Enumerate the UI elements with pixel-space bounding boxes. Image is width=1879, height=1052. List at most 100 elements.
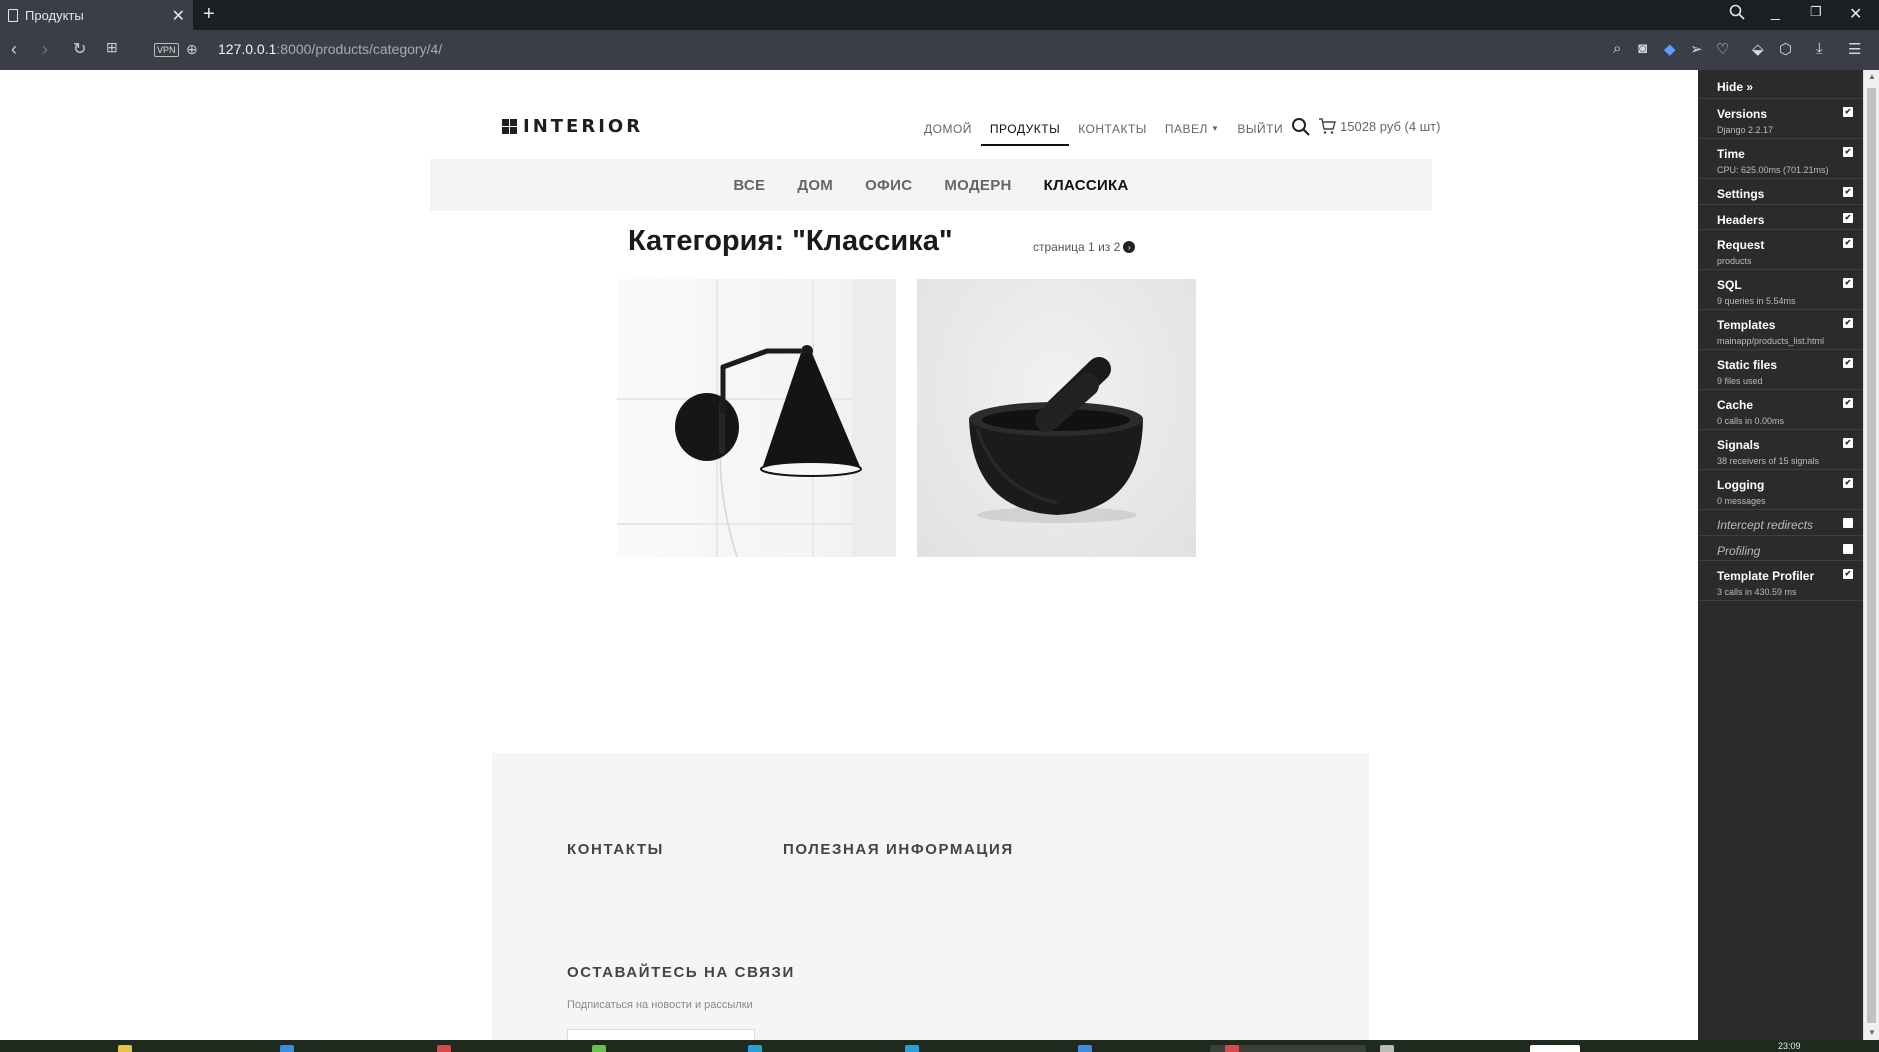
checkbox-checked-icon[interactable]: ✔	[1843, 278, 1853, 288]
scroll-up-icon[interactable]: ▲	[1868, 72, 1876, 81]
checkbox-checked-icon[interactable]: ✔	[1843, 147, 1853, 157]
checkbox-unchecked-icon[interactable]	[1843, 543, 1853, 554]
nav-products[interactable]: ПРОДУКТЫ	[980, 122, 1070, 146]
category-bar: ВСЕ ДОМ ОФИС МОДЕРН КЛАССИКА	[430, 159, 1432, 211]
nav-user-menu[interactable]: ПАВЕЛ ▼	[1156, 122, 1228, 146]
category-home[interactable]: ДОМ	[797, 177, 833, 194]
debug-panel-item[interactable]: SQL 9 queries in 5.54ms ✔	[1698, 270, 1863, 310]
taskbar-app-icon[interactable]	[1380, 1045, 1394, 1052]
debug-panel-item[interactable]: Signals 38 receivers of 15 signals ✔	[1698, 430, 1863, 470]
checkbox-unchecked-icon[interactable]	[1843, 518, 1853, 528]
new-tab-icon[interactable]: +	[203, 3, 215, 26]
nav-home[interactable]: ДОМОЙ	[915, 122, 981, 146]
pagination: страница 1 из 2 ›	[1033, 240, 1136, 254]
debug-panel-title: Settings	[1717, 187, 1765, 201]
debug-panel-item[interactable]: Logging 0 messages ✔	[1698, 470, 1863, 510]
close-tab-icon[interactable]: ✕	[172, 6, 185, 26]
checkbox-checked-icon[interactable]: ✔	[1843, 212, 1853, 223]
scroll-down-icon[interactable]: ▼	[1868, 1028, 1876, 1037]
debug-panel-item[interactable]: Profiling	[1698, 536, 1863, 561]
url-field[interactable]: 127.0.0.1:8000/products/category/4/	[218, 41, 442, 57]
debug-panel-item[interactable]: Headers ✔	[1698, 205, 1863, 230]
back-icon[interactable]: ‹	[11, 39, 17, 60]
adblock-shield-icon[interactable]: ◆	[1664, 40, 1676, 58]
reload-icon[interactable]: ↻	[73, 39, 86, 59]
taskbar-app-icon[interactable]	[905, 1045, 919, 1052]
footer-stay-heading: ОСТАВАЙТЕСЬ НА СВЯЗИ	[567, 964, 795, 981]
taskbar-app-icon[interactable]	[437, 1045, 451, 1052]
page-scrollbar[interactable]: ▲ ▼	[1863, 70, 1879, 1040]
wallet-icon[interactable]: ⬙	[1752, 40, 1764, 58]
page-title: Категория: "Классика"	[628, 225, 953, 257]
debug-panel-subtitle: 0 messages	[1717, 496, 1766, 506]
site-logo[interactable]: INTERIOR	[502, 116, 643, 137]
checkbox-checked-icon[interactable]: ✔	[1843, 238, 1853, 248]
debug-panel-item[interactable]: Versions Django 2.2.17 ✔	[1698, 99, 1863, 139]
os-taskbar: 23:09	[0, 1040, 1879, 1052]
subscribe-email-input[interactable]	[567, 1029, 755, 1040]
checkbox-checked-icon[interactable]: ✔	[1843, 398, 1853, 408]
checkbox-checked-icon[interactable]: ✔	[1843, 318, 1853, 328]
debug-panel-subtitle: 9 files used	[1717, 376, 1763, 386]
taskbar-app-icon[interactable]	[1530, 1045, 1580, 1052]
search-page-icon[interactable]: ⌕	[1613, 40, 1621, 57]
taskbar-browser-icon[interactable]	[1225, 1045, 1239, 1052]
debug-toolbar-hide[interactable]: Hide »	[1698, 70, 1863, 99]
footer-info-heading: ПОЛЕЗНАЯ ИНФОРМАЦИЯ	[783, 841, 1014, 858]
checkbox-checked-icon[interactable]: ✔	[1843, 358, 1853, 368]
browser-tabbar: Продукты ✕ + _ ❐ ✕	[0, 0, 1879, 30]
restore-icon[interactable]: ❐	[1810, 4, 1822, 20]
speed-dial-icon[interactable]: ⊞	[106, 39, 118, 56]
category-all[interactable]: ВСЕ	[733, 177, 765, 194]
checkbox-checked-icon[interactable]: ✔	[1843, 438, 1853, 448]
taskbar-app-icon[interactable]	[1078, 1045, 1092, 1052]
taskbar-clock: 23:09	[1778, 1041, 1801, 1051]
product-card-wall-lamp[interactable]	[617, 279, 896, 557]
debug-panel-item[interactable]: Template Profiler 3 calls in 430.59 ms ✔	[1698, 561, 1863, 601]
globe-icon[interactable]: ⊕	[186, 41, 198, 58]
snapshot-icon[interactable]: ◙	[1638, 40, 1647, 57]
debug-panel-item[interactable]: Settings ✔	[1698, 179, 1863, 205]
search-icon[interactable]	[1291, 117, 1311, 137]
menu-icon[interactable]: ☰	[1848, 40, 1861, 58]
browser-tab[interactable]: Продукты ✕	[0, 0, 193, 30]
category-classic[interactable]: КЛАССИКА	[1044, 177, 1129, 194]
download-icon[interactable]: ⤓	[1816, 40, 1823, 57]
cube-icon[interactable]: ⬡	[1779, 40, 1792, 58]
debug-panel-item[interactable]: Cache 0 calls in 0.00ms ✔	[1698, 390, 1863, 430]
vpn-badge[interactable]: VPN	[154, 43, 179, 57]
checkbox-checked-icon[interactable]: ✔	[1843, 107, 1853, 117]
cart-icon[interactable]	[1318, 117, 1336, 135]
debug-panel-title: Headers	[1717, 212, 1765, 227]
heart-icon[interactable]: ♡	[1716, 40, 1729, 58]
debug-panel-item[interactable]: Templates mainapp/products_list.html ✔	[1698, 310, 1863, 350]
nav-logout[interactable]: ВЫЙТИ	[1228, 122, 1292, 146]
checkbox-checked-icon[interactable]: ✔	[1843, 478, 1853, 488]
search-tabs-icon[interactable]	[1729, 4, 1745, 20]
checkbox-checked-icon[interactable]: ✔	[1843, 187, 1853, 197]
next-page-icon[interactable]: ›	[1123, 241, 1136, 253]
taskbar-folder-icon[interactable]	[118, 1045, 132, 1052]
checkbox-checked-icon[interactable]: ✔	[1843, 569, 1853, 579]
taskbar-app-icon[interactable]	[748, 1045, 762, 1052]
scroll-thumb[interactable]	[1867, 88, 1876, 1023]
product-card-mortar[interactable]	[917, 279, 1196, 557]
taskbar-app-icon[interactable]	[280, 1045, 294, 1052]
debug-panel-item[interactable]: Time CPU: 625.00ms (701.21ms) ✔	[1698, 139, 1863, 179]
window-close-icon[interactable]: ✕	[1849, 4, 1862, 24]
debug-panel-title: SQL	[1717, 278, 1742, 292]
category-modern[interactable]: МОДЕРН	[944, 177, 1011, 194]
url-path: :8000/products/category/4/	[276, 41, 443, 57]
debug-panel-item[interactable]: Intercept redirects	[1698, 510, 1863, 536]
nav-contacts[interactable]: КОНТАКТЫ	[1069, 122, 1156, 146]
category-office[interactable]: ОФИС	[865, 177, 912, 194]
debug-panel-subtitle: Django 2.2.17	[1717, 125, 1774, 135]
debug-panel-item[interactable]: Request products ✔	[1698, 230, 1863, 270]
cart-summary[interactable]: 15028 руб (4 шт)	[1340, 119, 1440, 134]
debug-panel-title: Profiling	[1717, 543, 1761, 558]
debug-panel-item[interactable]: Static files 9 files used ✔	[1698, 350, 1863, 390]
taskbar-app-icon[interactable]	[592, 1045, 606, 1052]
send-icon[interactable]: ➢	[1690, 40, 1703, 58]
minimize-icon[interactable]: _	[1771, 4, 1780, 22]
forward-icon[interactable]: ›	[42, 39, 48, 60]
